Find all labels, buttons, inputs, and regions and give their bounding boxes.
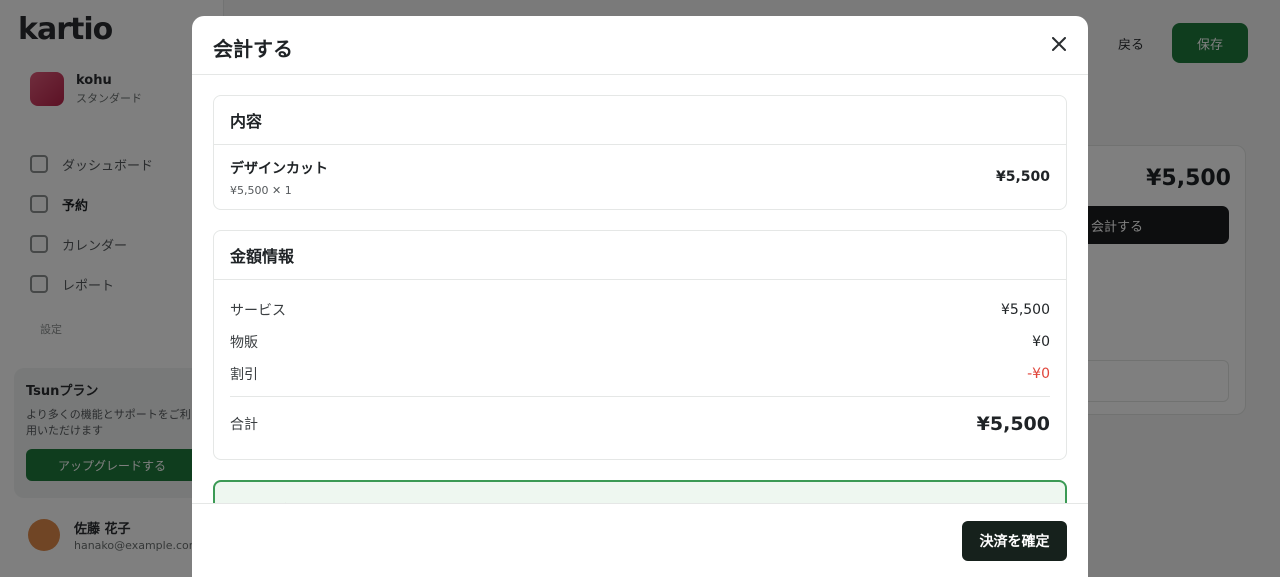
total-label: 合計 [230, 417, 258, 433]
amount-heading: 金額情報 [214, 231, 1066, 280]
amount-row-discount: 割引 -¥0 [230, 358, 1050, 390]
list-item: デザインカット ¥5,500 ✕ 1 ¥5,500 [214, 145, 1066, 209]
modal-header: 会計する [192, 16, 1088, 75]
contents-heading: 内容 [214, 96, 1066, 145]
amount-row-service: サービス ¥5,500 [230, 294, 1050, 326]
payment-method-card[interactable]: 決済手段 [213, 480, 1067, 503]
confirm-payment-button[interactable]: 決済を確定 [962, 521, 1067, 561]
amount-label: 物販 [230, 335, 258, 351]
amount-label: 割引 [230, 367, 258, 383]
close-button[interactable] [1048, 33, 1070, 55]
amount-card: 金額情報 サービス ¥5,500 物販 ¥0 割引 -¥0 合計 ¥5,500 [213, 230, 1067, 460]
modal-title: 会計する [213, 37, 293, 61]
checkout-modal: 会計する 内容 デザインカット ¥5,500 ✕ 1 ¥5,500 金額情報 サ… [192, 16, 1088, 577]
total-value: ¥5,500 [976, 413, 1050, 435]
total-row: 合計 ¥5,500 [230, 401, 1050, 447]
contents-card: 内容 デザインカット ¥5,500 ✕ 1 ¥5,500 [213, 95, 1067, 210]
payment-heading: 決済手段 [231, 482, 1049, 503]
amount-value: ¥5,500 [1001, 302, 1050, 318]
amount-label: サービス [230, 303, 286, 319]
close-icon [1052, 37, 1066, 51]
discount-value: -¥0 [1027, 366, 1050, 382]
item-price: ¥5,500 [995, 169, 1050, 185]
divider [230, 396, 1050, 397]
modal-body[interactable]: 内容 デザインカット ¥5,500 ✕ 1 ¥5,500 金額情報 サービス ¥… [192, 75, 1088, 503]
item-name: デザインカット [230, 160, 328, 177]
modal-footer: 決済を確定 [192, 503, 1088, 577]
amount-row-retail: 物販 ¥0 [230, 326, 1050, 358]
item-detail: ¥5,500 ✕ 1 [230, 183, 292, 197]
amount-value: ¥0 [1032, 334, 1050, 350]
